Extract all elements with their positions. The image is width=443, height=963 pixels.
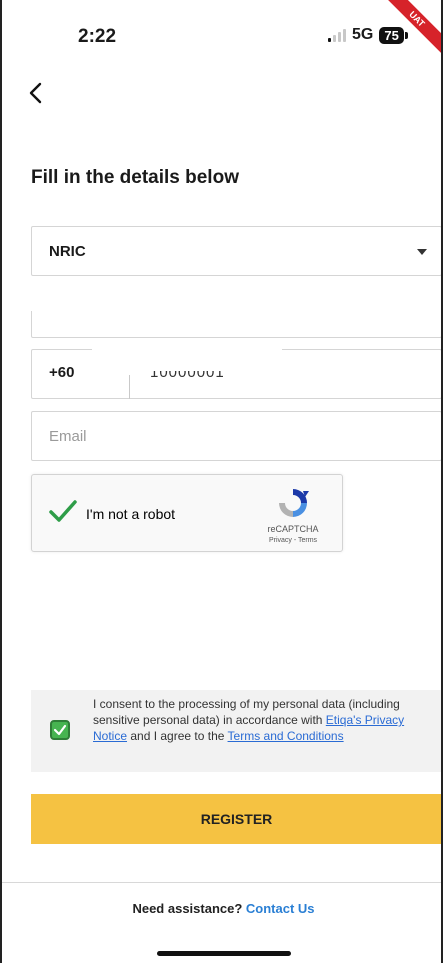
footer: Need assistance? Contact Us [2,901,441,916]
back-button[interactable] [28,80,42,110]
status-time: 2:22 [78,26,117,47]
screen: 2:22 5G 75 UAT Fill in the details below… [0,0,443,963]
redaction-mask [30,281,441,311]
phone-input[interactable]: +60 10000001 [31,348,441,399]
battery-tip [404,31,408,39]
chevron-left-icon [29,82,42,104]
recaptcha-widget[interactable]: I'm not a robot reCAPTCHA Privacy - Term… [31,474,343,552]
network-label: 5G [352,26,374,43]
email-placeholder: Email [49,428,87,445]
id-number-input[interactable] [30,281,441,338]
consent-checkbox[interactable] [50,720,70,740]
consent-panel: I consent to the processing of my person… [31,690,441,772]
status-indicators: 5G 75 [328,26,408,44]
email-field[interactable]: Email [31,411,441,461]
dropdown-caret-icon [417,249,427,255]
checkmark-icon[interactable] [48,499,78,523]
contact-us-link[interactable]: Contact Us [246,901,315,916]
terms-link[interactable]: Terms and Conditions [228,729,344,743]
redaction-mask [132,350,282,371]
id-type-value: NRIC [49,243,86,260]
recaptcha-brand: reCAPTCHA [267,524,319,534]
home-indicator [157,951,291,956]
assistance-text: Need assistance? [132,901,246,916]
recaptcha-links[interactable]: Privacy - Terms [258,537,328,544]
recaptcha-logo-icon [279,489,309,517]
footer-divider [2,882,441,883]
battery-icon: 75 [379,26,404,44]
consent-text: I consent to the processing of my person… [93,696,433,744]
checkmark-icon [53,724,67,736]
phone-divider [129,375,130,399]
consent-text-part: and I agree to the [127,729,228,743]
id-type-select[interactable]: NRIC [31,226,441,276]
signal-icon [328,28,346,42]
recaptcha-label: I'm not a robot [86,506,176,522]
country-code[interactable]: +60 [49,364,74,381]
register-button[interactable]: REGISTER [31,794,441,844]
page-title: Fill in the details below [31,167,239,188]
